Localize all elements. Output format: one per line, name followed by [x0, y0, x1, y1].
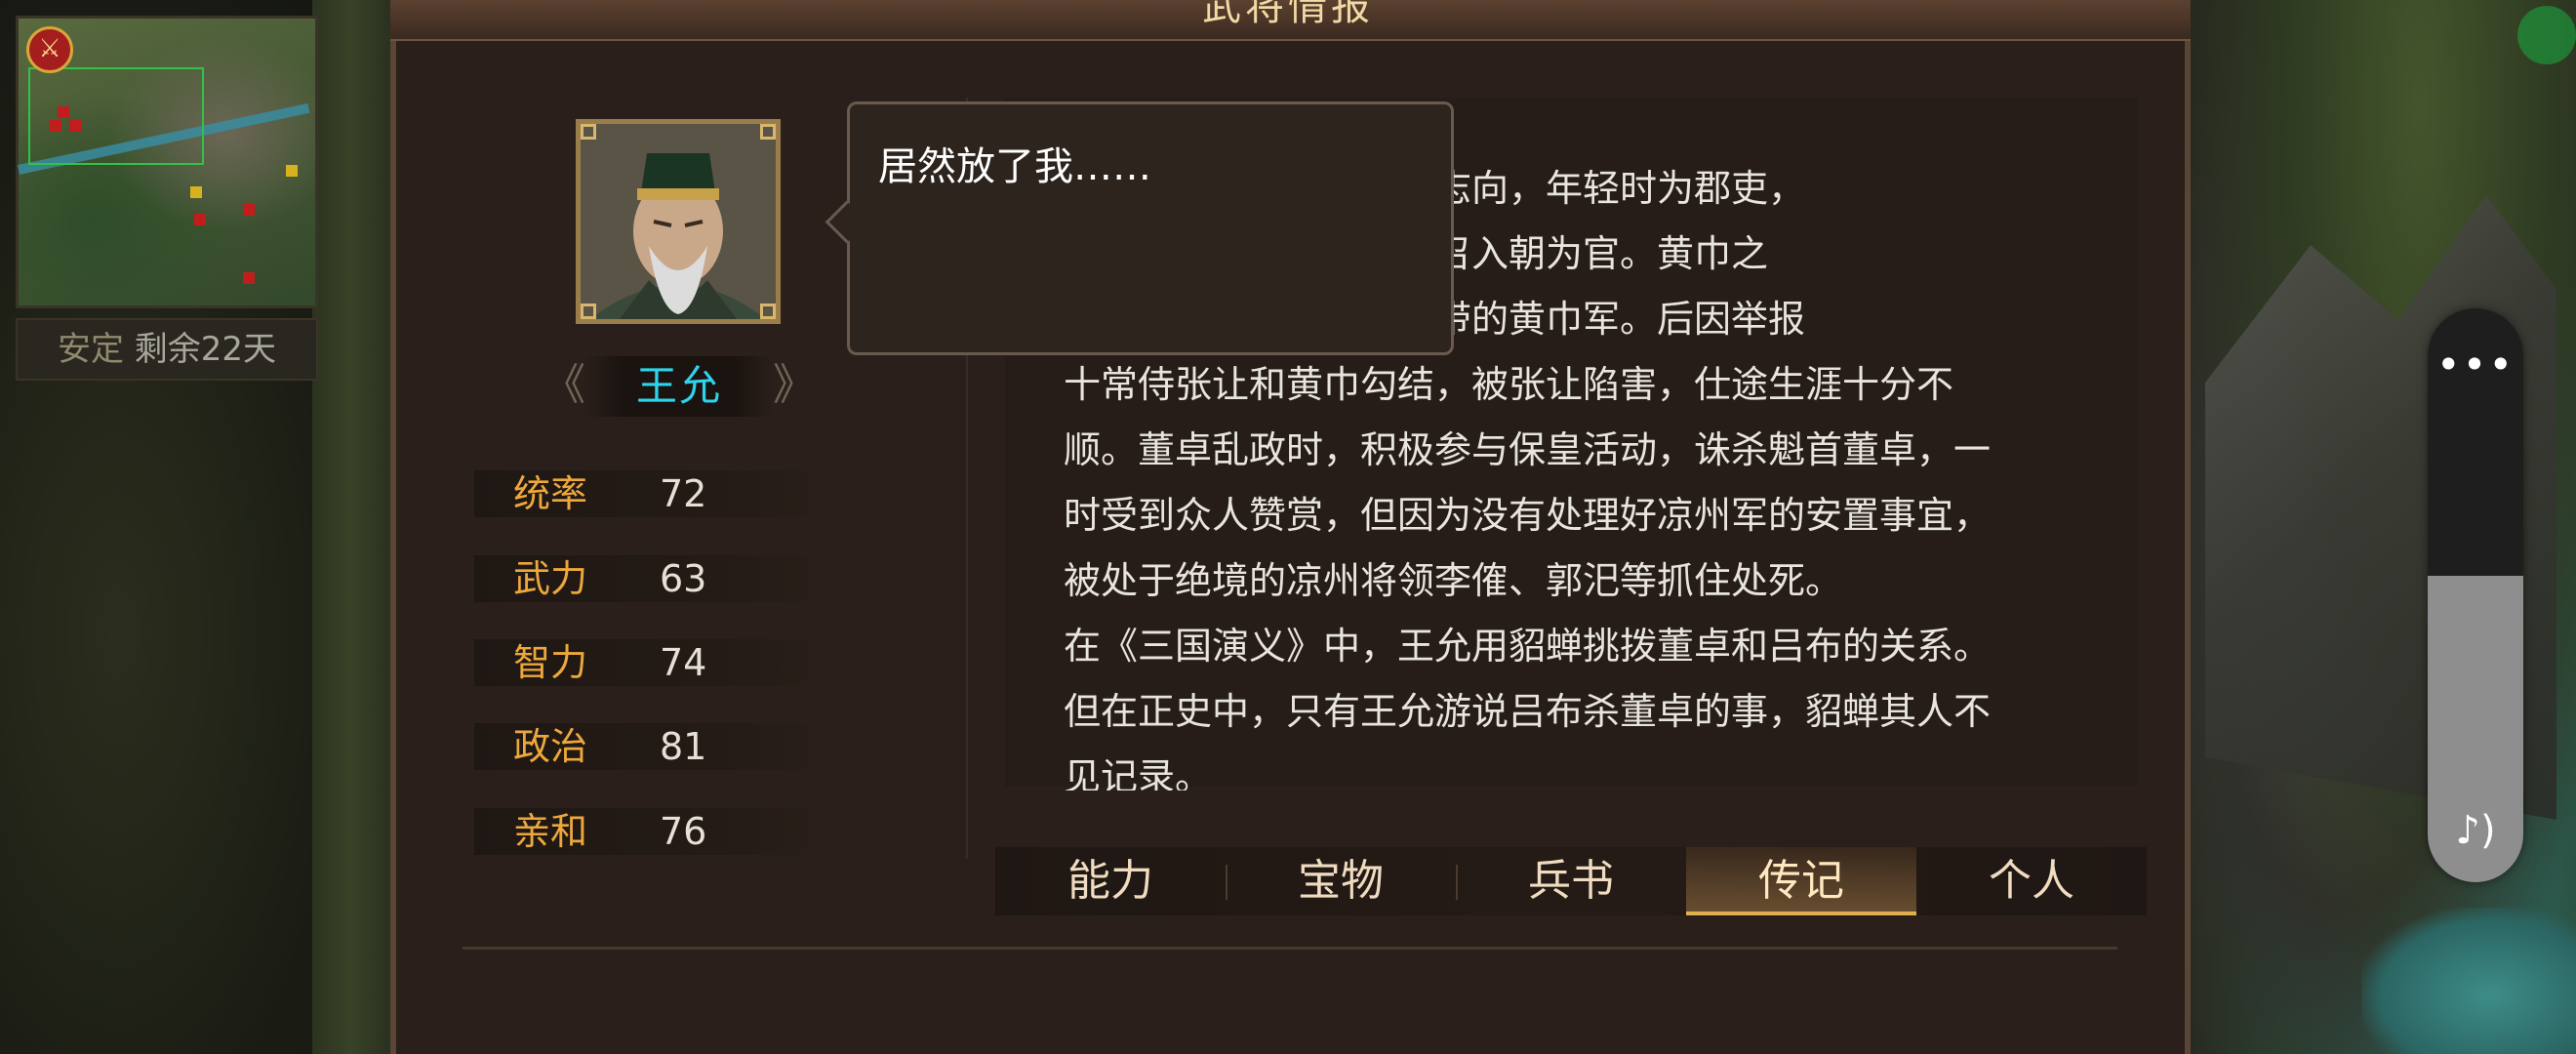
more-options-icon[interactable]: ••• [2428, 345, 2523, 385]
stat-value: 76 [660, 810, 707, 853]
stat-value: 72 [660, 472, 707, 515]
minimap-viewport [28, 67, 204, 165]
stat-label: 亲和 [513, 810, 588, 853]
minimap-enemy-marker [243, 204, 255, 216]
minimap-enemy-marker [194, 214, 206, 225]
tab-treasure[interactable]: 宝物 [1226, 847, 1456, 915]
minimap-enemy-marker [58, 106, 69, 118]
map-terrain-strip [312, 0, 390, 1054]
bio-line: 被处于绝境的凉州将领李傕、郭汜等抓住处死。 [1064, 559, 1843, 602]
tab-biography[interactable]: 传记 [1686, 847, 1916, 915]
game-screen: ⚔ 安定 剩余22天 武将情报 《 王允 》 统率 72 武力 63 智力 74… [0, 0, 2576, 1054]
stat-label: 智力 [513, 641, 588, 684]
status-value: 剩余22天 [134, 330, 277, 369]
next-general-icon[interactable]: 》 [773, 360, 816, 411]
bio-line: 时受到众人赞赏，但因为没有处理好凉州军的安置事宜， [1064, 494, 1992, 537]
stat-row-charisma: 亲和 76 [474, 808, 825, 855]
frame-corner [581, 124, 596, 140]
stat-row-politics: 政治 81 [474, 723, 825, 770]
bio-line: 十常侍张让和黄巾勾结，被张让陷害，仕途生涯十分不 [1064, 363, 1954, 406]
tab-ability[interactable]: 能力 [995, 847, 1226, 915]
minimap-ally-marker [286, 165, 298, 177]
minimap-enemy-marker [69, 120, 81, 132]
volume-control[interactable]: ••• ♪) [2428, 308, 2523, 882]
frame-corner [581, 304, 596, 319]
bio-line: 见记录。 [1064, 755, 1213, 790]
general-portrait[interactable] [576, 119, 781, 324]
map-marker-icon[interactable] [2517, 6, 2576, 64]
stat-label: 政治 [513, 725, 588, 768]
minimap[interactable]: ⚔ [16, 16, 318, 308]
stat-label: 统率 [513, 472, 588, 515]
stat-row-strength: 武力 63 [474, 555, 825, 602]
stat-value: 74 [660, 641, 707, 684]
sound-icon[interactable]: ♪) [2428, 808, 2523, 853]
tab-military-book[interactable]: 兵书 [1456, 847, 1686, 915]
portrait-image-icon [581, 124, 776, 319]
stat-value: 63 [660, 557, 707, 600]
stat-row-command: 统率 72 [474, 470, 825, 517]
stat-label: 武力 [513, 557, 588, 600]
bio-line: 但在正史中，只有王允游说吕布杀董卓的事，貂蝉其人不 [1064, 690, 1992, 733]
frame-corner [760, 304, 776, 319]
panel-title: 武将情报 [1202, 0, 1374, 29]
bottom-divider [463, 947, 2117, 950]
minimap-ally-marker [190, 186, 202, 198]
general-name: 王允 [635, 362, 722, 410]
frame-corner [760, 124, 776, 140]
prev-general-icon[interactable]: 《 [543, 360, 585, 411]
speech-bubble-text: 居然放了我…… [878, 144, 1151, 189]
status-label: 安定 [57, 330, 124, 369]
status-bar: 安定 剩余22天 [16, 318, 318, 381]
stat-row-intelligence: 智力 74 [474, 639, 825, 686]
tab-personal[interactable]: 个人 [1916, 847, 2147, 915]
stat-value: 81 [660, 725, 707, 768]
name-plate: 《 王允 》 [543, 356, 816, 417]
minimap-enemy-marker [243, 272, 255, 284]
bio-line: 在《三国演义》中，王允用貂蝉挑拨董卓和吕布的关系。 [1064, 625, 1992, 668]
faction-icon[interactable]: ⚔ [26, 26, 73, 73]
lake-terrain [2361, 908, 2576, 1054]
minimap-enemy-marker [50, 120, 61, 132]
bio-line: 顺。董卓乱政时，积极参与保皇活动，诛杀魁首董卓，一 [1064, 428, 1992, 471]
